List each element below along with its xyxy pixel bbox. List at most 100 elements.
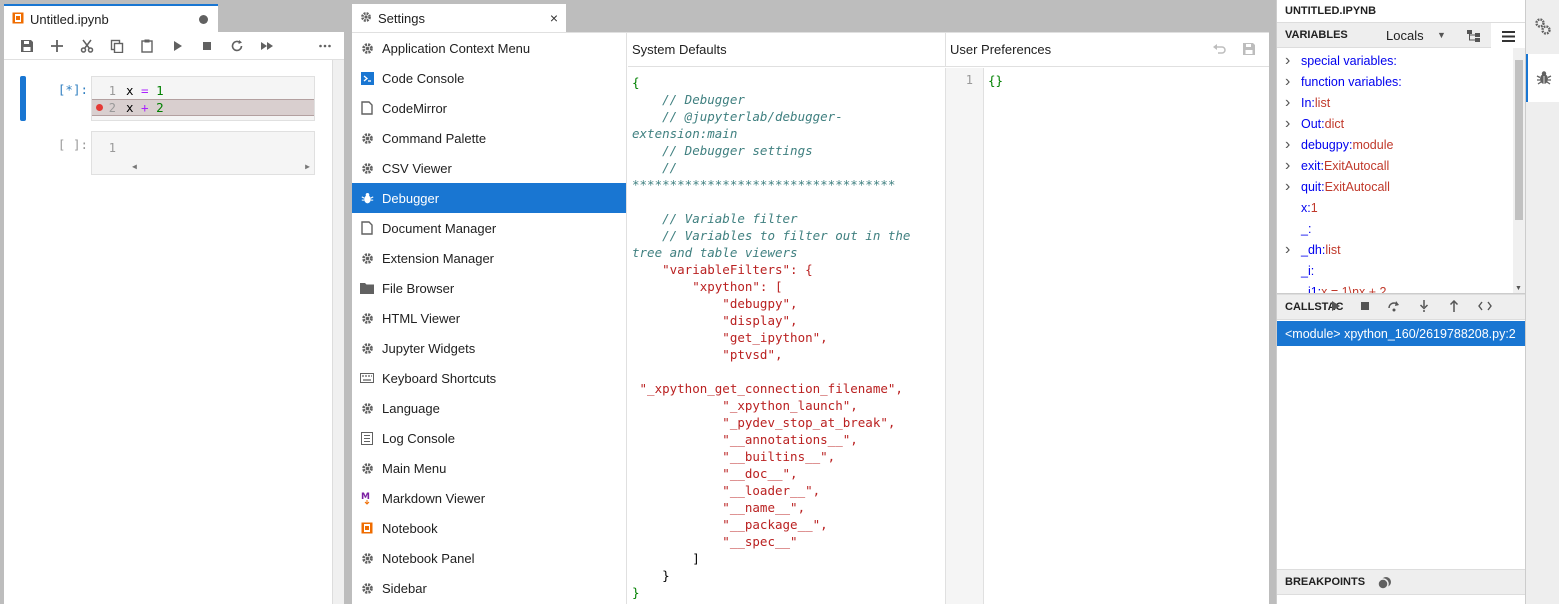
variable-row[interactable]: _i1: x = 1\nx + 2 (1277, 281, 1525, 294)
step-out-icon[interactable] (1448, 299, 1460, 315)
code-line[interactable]: "__package__", (632, 516, 945, 533)
code-line[interactable]: } (632, 567, 945, 584)
save-icon[interactable] (1242, 42, 1256, 59)
table-view-icon[interactable] (1491, 23, 1526, 49)
variable-row[interactable]: x: 1 (1277, 197, 1525, 218)
evaluate-code-icon[interactable] (1478, 301, 1492, 314)
plugin-item[interactable]: HTML Viewer (352, 303, 626, 333)
variable-row[interactable]: › quit: ExitAutocall (1277, 176, 1525, 197)
plugin-item[interactable]: File Browser (352, 273, 626, 303)
code-line[interactable]: "ptvsd", (632, 346, 945, 363)
stack-frame[interactable]: <module> xpython_160/2619788208.py:2 (1277, 321, 1525, 346)
settings-tab[interactable]: Settings × (352, 4, 566, 32)
remove-all-breakpoints-icon[interactable] (1377, 576, 1392, 593)
code-line-paused[interactable]: 2 x + 2 (92, 99, 314, 116)
code-line[interactable] (632, 193, 945, 210)
code-line[interactable]: // Debugger (632, 91, 945, 108)
plugin-item[interactable]: CodeMirror (352, 93, 626, 123)
variable-row[interactable]: _i: (1277, 260, 1525, 281)
code-line[interactable]: tree and table viewers (632, 244, 945, 261)
code-line[interactable]: // (632, 159, 945, 176)
chevron-right-icon[interactable]: › (1285, 94, 1293, 112)
code-line[interactable]: "variableFilters": { (632, 261, 945, 278)
code-line[interactable]: "get_ipython", (632, 329, 945, 346)
code-line[interactable]: { (632, 74, 945, 91)
code-line[interactable]: 1 x = 1 (92, 82, 314, 99)
more-icon[interactable] (310, 32, 340, 60)
restart-icon[interactable] (222, 32, 252, 60)
plugin-item[interactable]: M Markdown Viewer (352, 483, 626, 513)
chevron-right-icon[interactable]: › (1285, 52, 1293, 70)
chevron-right-icon[interactable]: › (1285, 178, 1293, 196)
breakpoint-icon[interactable] (96, 104, 103, 111)
code-line[interactable]: "__doc__", (632, 465, 945, 482)
chevron-down-icon[interactable]: ▼ (1437, 30, 1446, 40)
notebook-tab[interactable]: Untitled.ipynb (4, 4, 218, 32)
continue-icon[interactable] (1331, 300, 1341, 314)
code-line[interactable]: "__name__", (632, 499, 945, 516)
property-inspector-icon[interactable] (1526, 2, 1559, 50)
user-preferences-text[interactable]: {} (988, 73, 1003, 88)
chevron-right-icon[interactable]: › (1285, 115, 1293, 133)
copy-icon[interactable] (102, 32, 132, 60)
variable-row[interactable]: › Out: dict (1277, 113, 1525, 134)
code-line[interactable]: // Debugger settings (632, 142, 945, 159)
run-icon[interactable] (162, 32, 192, 60)
variable-row[interactable]: _: (1277, 218, 1525, 239)
cell-editor[interactable]: 1 ◀ ▶ (91, 131, 315, 175)
code-cell[interactable]: [ ]: 1 ◀ ▶ (4, 131, 332, 175)
plugin-item[interactable]: Extension Manager (352, 243, 626, 273)
code-line[interactable]: "__builtins__", (632, 448, 945, 465)
chevron-right-icon[interactable]: › (1285, 136, 1293, 154)
code-line[interactable]: *********************************** (632, 176, 945, 193)
code-line[interactable]: } (632, 584, 945, 601)
code-line[interactable]: "_xpython_launch", (632, 397, 945, 414)
code-line[interactable]: "__loader__", (632, 482, 945, 499)
code-line[interactable]: // @jupyterlab/debugger- (632, 108, 945, 125)
variable-row[interactable]: › function variables: (1277, 71, 1525, 92)
step-in-icon[interactable] (1418, 299, 1430, 315)
cut-icon[interactable] (72, 32, 102, 60)
plugin-item[interactable]: Document Manager (352, 213, 626, 243)
variable-row[interactable]: › In: list (1277, 92, 1525, 113)
plugin-item[interactable]: Main Menu (352, 453, 626, 483)
line-number[interactable]: 1 (92, 84, 122, 98)
scroll-left-icon[interactable]: ◀ (132, 162, 137, 171)
plugin-item[interactable]: Code Console (352, 63, 626, 93)
scroll-right-icon[interactable]: ▶ (305, 162, 310, 171)
plugin-item[interactable]: Notebook Panel (352, 543, 626, 573)
terminate-icon[interactable] (1360, 301, 1370, 314)
plugin-item[interactable]: Log Console (352, 423, 626, 453)
plugin-item[interactable]: Jupyter Widgets (352, 333, 626, 363)
plugin-item[interactable]: Application Context Menu (352, 33, 626, 63)
code-cell[interactable]: [*]: 1 x = 1 2 x + 2 (4, 76, 332, 121)
revert-icon[interactable] (1212, 42, 1226, 59)
add-cell-icon[interactable] (42, 32, 72, 60)
step-over-icon[interactable] (1387, 300, 1401, 315)
system-defaults-editor[interactable]: { // Debugger // @jupyterlab/debugger-ex… (628, 68, 946, 604)
chevron-right-icon[interactable]: › (1285, 241, 1293, 259)
code-line[interactable]: "__annotations__", (632, 431, 945, 448)
variables-scrollbar[interactable]: ▼ (1513, 48, 1525, 293)
scroll-down-icon[interactable]: ▼ (1515, 285, 1522, 292)
plugin-item[interactable]: Language (352, 393, 626, 423)
unsaved-dot-icon[interactable] (199, 14, 208, 24)
scope-select[interactable]: Locals (1386, 28, 1424, 43)
chevron-right-icon[interactable]: › (1285, 73, 1293, 91)
user-preferences-editor[interactable]: 1 {} (946, 68, 1269, 604)
plugin-item[interactable]: Keyboard Shortcuts (352, 363, 626, 393)
fast-forward-icon[interactable] (252, 32, 282, 60)
variable-row[interactable]: › debugpy: module (1277, 134, 1525, 155)
cell-editor[interactable]: 1 x = 1 2 x + 2 (91, 76, 315, 121)
line-number[interactable]: 1 (92, 141, 122, 155)
code-line[interactable]: "_pydev_stop_at_break", (632, 414, 945, 431)
plugin-item[interactable]: Notebook (352, 513, 626, 543)
code-line[interactable]: // Variables to filter out in the (632, 227, 945, 244)
code-line[interactable]: extension:main (632, 125, 945, 142)
notebook-scrollbar[interactable] (332, 60, 344, 604)
code-line[interactable]: 1 (92, 139, 314, 156)
code-line[interactable]: // Variable filter (632, 210, 945, 227)
plugin-item[interactable]: Command Palette (352, 123, 626, 153)
code-line[interactable]: "debugpy", (632, 295, 945, 312)
code-line[interactable]: "xpython": [ (632, 278, 945, 295)
